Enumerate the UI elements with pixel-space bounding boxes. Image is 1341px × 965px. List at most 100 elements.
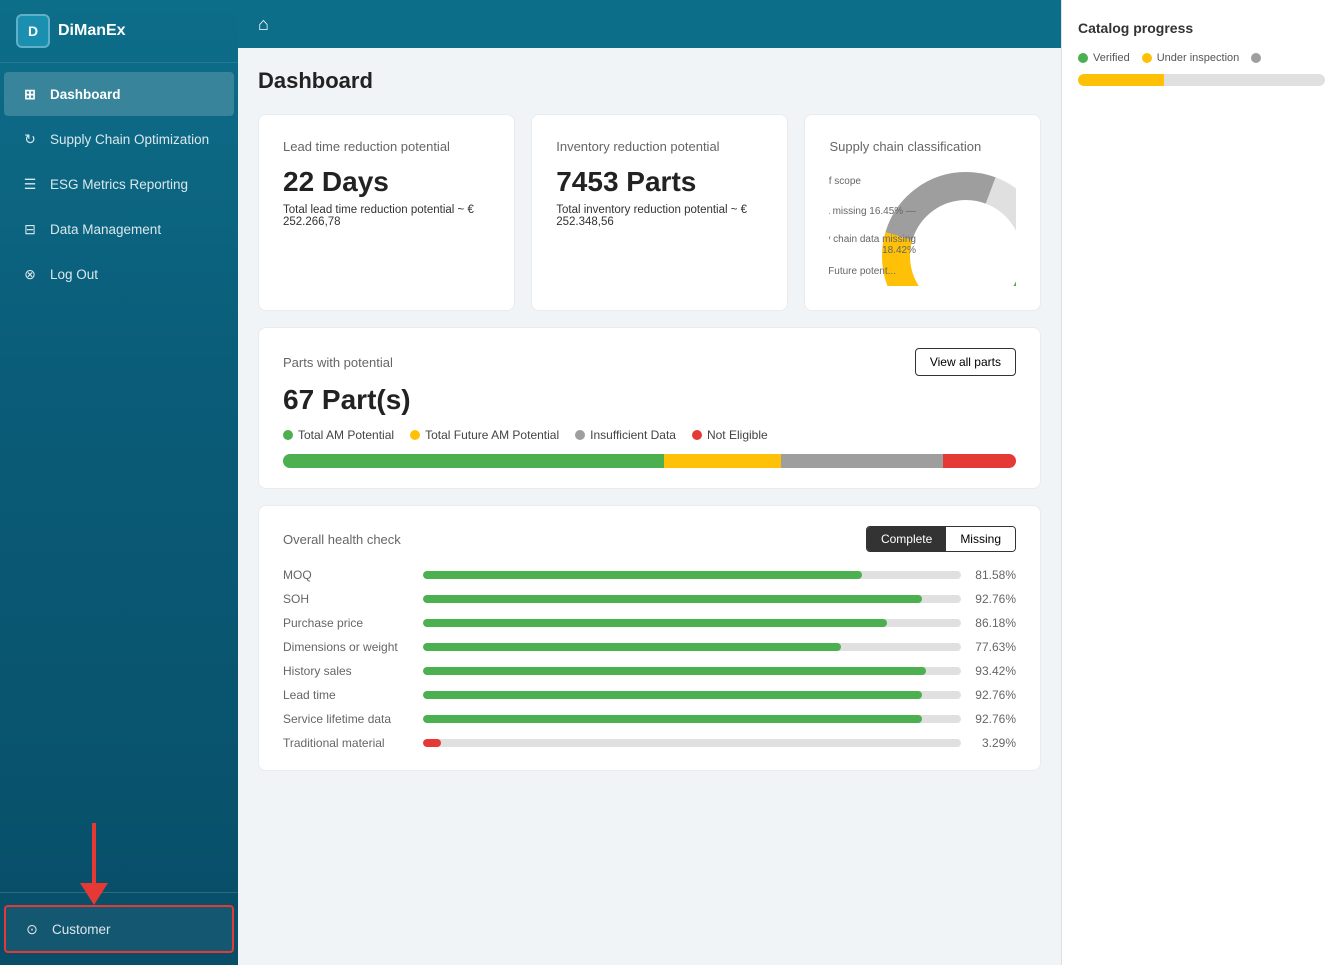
under-inspection-dot xyxy=(1142,53,1152,63)
toggle-complete-button[interactable]: Complete xyxy=(867,527,946,551)
legend-item-future-am: Total Future AM Potential xyxy=(410,428,559,442)
kpi-cards-row: Lead time reduction potential 22 Days To… xyxy=(258,114,1041,311)
catalog-legend: Verified Under inspection xyxy=(1078,52,1325,64)
bar-not-eligible xyxy=(943,454,1016,468)
inventory-label: Inventory reduction potential xyxy=(556,139,763,154)
view-all-parts-button[interactable]: View all parts xyxy=(915,348,1016,376)
health-bar-fill xyxy=(423,715,922,723)
content-area: Dashboard Lead time reduction potential … xyxy=(238,48,1061,965)
right-panel: Catalog progress Verified Under inspecti… xyxy=(1061,0,1341,965)
bar-am-potential xyxy=(283,454,664,468)
main-area: ⌂ Dashboard Lead time reduction potentia… xyxy=(238,0,1061,965)
logo-text: DiManEx xyxy=(58,22,126,40)
health-bar-wrap xyxy=(423,691,961,699)
health-rows: MOQ 81.58% SOH 92.76% Purchase price 86.… xyxy=(283,568,1016,750)
health-row: Traditional material 3.29% xyxy=(283,736,1016,750)
sidebar: D DiManEx ⊞ Dashboard ↻ Supply Chain Opt… xyxy=(0,0,238,965)
health-row-pct: 92.76% xyxy=(971,592,1016,606)
other-dot xyxy=(1251,53,1261,63)
health-bar-wrap xyxy=(423,595,961,603)
parts-card: Parts with potential View all parts 67 P… xyxy=(258,327,1041,489)
topbar: ⌂ xyxy=(238,0,1061,48)
donut-label-out-of-scope: Out of scope xyxy=(829,176,861,187)
sidebar-item-logout[interactable]: ⊗ Log Out xyxy=(4,252,234,296)
health-row-pct: 93.42% xyxy=(971,664,1016,678)
health-toggle: Complete Missing xyxy=(866,526,1016,552)
supply-chain-icon: ↻ xyxy=(20,129,40,149)
donut-chart-area: Out of scope Tech en SC data missing 16.… xyxy=(829,166,1016,286)
health-row-label: Traditional material xyxy=(283,736,413,750)
health-row: MOQ 81.58% xyxy=(283,568,1016,582)
health-bar-wrap xyxy=(423,643,961,651)
lead-time-label: Lead time reduction potential xyxy=(283,139,490,154)
health-row-label: MOQ xyxy=(283,568,413,582)
health-row-pct: 92.76% xyxy=(971,712,1016,726)
home-icon[interactable]: ⌂ xyxy=(258,14,269,35)
lead-time-sub: Total lead time reduction potential ~ € … xyxy=(283,204,490,228)
health-row-label: SOH xyxy=(283,592,413,606)
health-bar-fill xyxy=(423,643,841,651)
health-bar-wrap xyxy=(423,739,961,747)
sidebar-item-supply-chain[interactable]: ↻ Supply Chain Optimization xyxy=(4,117,234,161)
legend-dot-am xyxy=(283,430,293,440)
legend-dot-not-eligible xyxy=(692,430,702,440)
health-row-pct: 77.63% xyxy=(971,640,1016,654)
sidebar-item-dashboard[interactable]: ⊞ Dashboard xyxy=(4,72,234,116)
catalog-legend-verified: Verified xyxy=(1078,52,1130,64)
parts-count: 67 Part(s) xyxy=(283,384,1016,416)
customer-icon: ⊙ xyxy=(22,919,42,939)
donut-label-sc-missing: Supply chain data missing18.42% xyxy=(829,234,916,256)
inventory-card: Inventory reduction potential 7453 Parts… xyxy=(531,114,788,311)
data-mgmt-icon: ⊟ xyxy=(20,219,40,239)
legend-item-not-eligible: Not Eligible xyxy=(692,428,768,442)
donut-chart xyxy=(876,166,1016,286)
sidebar-item-esg[interactable]: ☰ ESG Metrics Reporting xyxy=(4,162,234,206)
supply-chain-label: Supply chain classification xyxy=(829,139,1016,154)
catalog-title: Catalog progress xyxy=(1078,20,1325,36)
health-row-pct: 92.76% xyxy=(971,688,1016,702)
health-row: Service lifetime data 92.76% xyxy=(283,712,1016,726)
arrow-line xyxy=(92,823,96,883)
health-bar-wrap xyxy=(423,619,961,627)
dashboard-icon: ⊞ xyxy=(20,84,40,104)
catalog-legend-under-inspection: Under inspection xyxy=(1142,52,1240,64)
health-row: Dimensions or weight 77.63% xyxy=(283,640,1016,654)
health-row: Purchase price 86.18% xyxy=(283,616,1016,630)
donut-label-tech-missing: Tech en SC data missing 16.45% — xyxy=(829,206,916,217)
health-row: History sales 93.42% xyxy=(283,664,1016,678)
sidebar-logo: D DiManEx xyxy=(0,0,238,63)
health-bar-wrap xyxy=(423,715,961,723)
logout-icon: ⊗ xyxy=(20,264,40,284)
health-bar-fill xyxy=(423,595,922,603)
legend-item-am: Total AM Potential xyxy=(283,428,394,442)
health-row-label: Dimensions or weight xyxy=(283,640,413,654)
logo-icon: D xyxy=(16,14,50,48)
bar-future-am xyxy=(664,454,781,468)
legend-dot-insufficient xyxy=(575,430,585,440)
verified-dot xyxy=(1078,53,1088,63)
sidebar-item-data-mgmt[interactable]: ⊟ Data Management xyxy=(4,207,234,251)
health-row-label: Purchase price xyxy=(283,616,413,630)
health-row-label: History sales xyxy=(283,664,413,678)
legend-dot-future-am xyxy=(410,430,420,440)
health-bar-fill xyxy=(423,739,441,747)
catalog-bar xyxy=(1078,74,1325,86)
toggle-missing-button[interactable]: Missing xyxy=(946,527,1015,551)
health-row-pct: 3.29% xyxy=(971,736,1016,750)
health-row: SOH 92.76% xyxy=(283,592,1016,606)
sidebar-item-customer[interactable]: ⊙ Customer xyxy=(4,905,234,953)
sidebar-nav: ⊞ Dashboard ↻ Supply Chain Optimization … xyxy=(0,63,238,892)
health-row: Lead time 92.76% xyxy=(283,688,1016,702)
health-bar-wrap xyxy=(423,571,961,579)
catalog-section: Catalog progress Verified Under inspecti… xyxy=(1078,20,1325,86)
health-bar-fill xyxy=(423,571,862,579)
health-row-label: Service lifetime data xyxy=(283,712,413,726)
parts-legend: Total AM Potential Total Future AM Poten… xyxy=(283,428,1016,442)
health-bar-fill xyxy=(423,619,887,627)
catalog-bar-inspection xyxy=(1078,74,1164,86)
page-title: Dashboard xyxy=(258,68,1041,94)
lead-time-card: Lead time reduction potential 22 Days To… xyxy=(258,114,515,311)
donut-label-future: Future potent... xyxy=(829,266,896,277)
arrow-head xyxy=(80,883,108,905)
lead-time-value: 22 Days xyxy=(283,166,490,198)
